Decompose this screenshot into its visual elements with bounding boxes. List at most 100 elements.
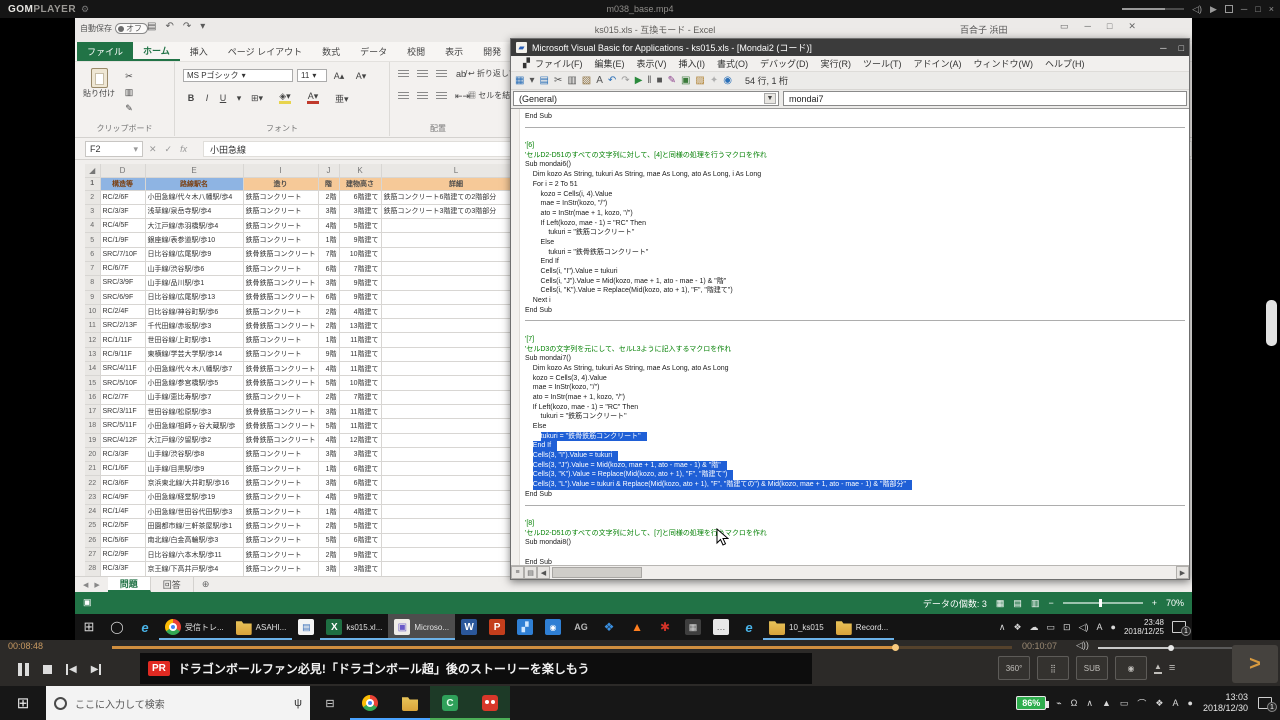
cell[interactable]: 銀座線/表参道駅/歩10 [145,233,243,247]
cell[interactable]: 日比谷線/広尾駅/歩9 [145,247,243,261]
cell[interactable]: 5階 [318,376,339,390]
cell[interactable]: 鉄筋コンクリート [243,447,318,461]
tray-icon[interactable]: ● [1188,698,1193,708]
row-header[interactable]: 8 [85,276,100,290]
autosave-toggle[interactable]: 自動保存 オフ [80,23,148,34]
vba-menu-item[interactable]: 実行(R) [815,57,858,70]
cell[interactable]: 11階建て [339,404,381,418]
cell[interactable]: 12階建て [339,433,381,447]
cell[interactable]: 1階 [318,505,339,519]
excel-close-button[interactable]: ✕ [1128,21,1136,32]
name-box[interactable]: F2▾ [85,141,143,157]
cell[interactable]: 鉄筋コンクリート6階建ての2階部分 [381,190,531,204]
titlebar-volume-slider[interactable] [1122,8,1184,10]
procedure-dropdown[interactable]: mondai7 [783,91,1187,106]
cell[interactable]: 京王線/下高井戸駅/歩4 [145,562,243,576]
cell[interactable]: RC/5/6F [100,533,145,547]
row-header[interactable]: 20 [85,447,100,461]
ad-banner[interactable]: PR ドラゴンボールファン必見!「ドラゴンボール超」後のストーリーを楽しもう [140,653,812,684]
cell[interactable]: RC/6/7F [100,261,145,275]
ribbon-tab-8[interactable]: 表示 [435,42,473,61]
cell[interactable]: 山手線/品川駅/歩1 [145,276,243,290]
cell[interactable]: 浅草線/泉岳寺駅/歩4 [145,204,243,218]
dropbox-icon[interactable]: ❖ [595,614,623,640]
row-header[interactable]: 16 [85,390,100,404]
cell[interactable] [381,247,531,261]
cell[interactable]: 2階 [318,519,339,533]
cell[interactable]: 5階 [318,533,339,547]
cell[interactable]: 日比谷線/六本木駅/歩11 [145,547,243,561]
tray-icon[interactable]: ❖ [1013,622,1021,633]
field-header[interactable]: 詳細 [381,177,531,190]
cell[interactable] [381,562,531,576]
cell[interactable]: 小田急線/参宮橋駅/歩5 [145,376,243,390]
column-header-K[interactable]: K [339,164,381,177]
cell[interactable] [381,404,531,418]
feedback-icon[interactable]: … [713,619,729,635]
dropdown-arrow-icon[interactable]: ▼ [764,93,776,104]
cell[interactable]: 鉄筋コンクリート3階建ての3階部分 [381,204,531,218]
vba-maximize-button[interactable]: □ [1179,43,1184,53]
maximize-button[interactable]: □ [1255,4,1260,14]
align-top-icon[interactable] [398,70,409,78]
cell[interactable]: RC/2/9F [100,547,145,561]
cell[interactable]: SRC/6/9F [100,290,145,304]
internet-explorer-icon[interactable]: e [735,614,763,640]
vba-menu-item[interactable]: 表示(V) [631,57,673,70]
column-header-I[interactable]: I [243,164,318,177]
cell[interactable]: 1階 [318,233,339,247]
explorer-task[interactable] [390,686,430,720]
cell[interactable]: 鉄筋コンクリート [243,390,318,404]
row-header[interactable]: 26 [85,533,100,547]
cell[interactable]: 鉄筋コンクリート [243,519,318,533]
cell[interactable] [381,304,531,318]
account-name[interactable]: 百合子 浜田 [960,23,1008,36]
italic-button[interactable]: I [201,92,213,104]
cell[interactable]: 2階 [318,319,339,333]
insert-function-icon[interactable]: fx [180,144,187,154]
ribbon-options-icon[interactable]: ▭ [1060,21,1069,32]
vba-toolbar-icon[interactable]: ↷ [621,76,629,86]
align-center-icon[interactable] [417,92,428,100]
cell[interactable] [381,219,531,233]
cell[interactable]: SRC/2/13F [100,319,145,333]
calculator-icon[interactable]: ▦ [685,619,701,635]
chrome-task[interactable] [362,695,378,711]
zoom-in-icon[interactable]: + [1152,598,1157,608]
cell[interactable]: 9階建て [339,490,381,504]
field-header[interactable]: 路線駅名 [145,177,243,190]
row-header[interactable]: 25 [85,519,100,533]
row-header[interactable]: 21 [85,462,100,476]
vba-toolbar-icon[interactable]: ▶ [635,76,643,86]
font-size-select[interactable]: 11▾ [297,69,327,82]
fullscreen-icon[interactable] [1225,5,1233,13]
row-header[interactable]: 23 [85,490,100,504]
cell[interactable]: SRC/5/11F [100,419,145,433]
cell[interactable] [381,462,531,476]
cell[interactable]: 鉄筋コンクリート [243,476,318,490]
cell[interactable]: 2階 [318,304,339,318]
cell[interactable]: 大江戸線/赤羽橋駅/歩4 [145,219,243,233]
view-page-layout-icon[interactable]: ▤ [1013,598,1022,609]
vba-toolbar-icon[interactable]: ▨ [695,76,704,86]
tray-icon[interactable]: A [1173,698,1179,708]
battery-indicator[interactable]: 86% [1016,696,1046,710]
split-view-icon[interactable]: ≡ [511,566,524,579]
font-color-icon[interactable]: A▾ [307,92,319,104]
align-left-icon[interactable] [398,92,409,100]
cell[interactable]: 日比谷線/神谷町駅/歩6 [145,304,243,318]
cell[interactable]: RC/1/4F [100,505,145,519]
cell[interactable]: 鉄筋コンクリート [243,347,318,361]
cell[interactable]: 鉄骨鉄筋コンクリート [243,290,318,304]
edge-icon[interactable]: e [137,619,153,635]
cell[interactable]: RC/3/6F [100,476,145,490]
row-header[interactable]: 19 [85,433,100,447]
cell[interactable]: 鉄骨鉄筋コンクリート [243,404,318,418]
cell[interactable]: 鉄骨鉄筋コンクリート [243,419,318,433]
field-header[interactable]: 構造等 [100,177,145,190]
cell[interactable]: 鉄筋コンクリート [243,505,318,519]
cell[interactable]: RC/1/9F [100,233,145,247]
vba-window[interactable]: ▰ Microsoft Visual Basic for Application… [510,38,1190,580]
cell[interactable]: 9階 [318,347,339,361]
folder-task[interactable] [236,619,252,635]
